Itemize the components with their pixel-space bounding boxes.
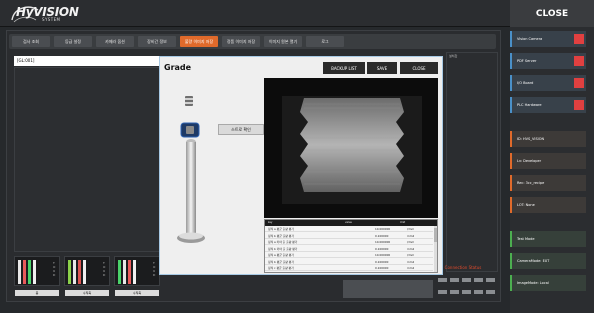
table-row[interactable]: 정적 c 평균 출량 평가 0.100000 mm2 bbox=[265, 265, 433, 271]
bar bbox=[83, 260, 86, 284]
tab-defect-image-save[interactable]: 불량 이미지 저장 bbox=[180, 36, 218, 47]
left-panel bbox=[14, 67, 161, 252]
sidebar-item-level[interactable]: Lv: Developer bbox=[510, 153, 586, 169]
table-row[interactable]: 정적 b 카야 출 출량 평가 0.100000 mm2 bbox=[265, 246, 433, 252]
bar-letters: T O U D bbox=[103, 261, 106, 277]
top-bar: HyVISION SYSTEM CLOSE bbox=[0, 0, 594, 27]
left-panel-title: [GL:001] bbox=[14, 56, 161, 66]
tab-camera-options[interactable]: 카메라 옵션 bbox=[96, 36, 134, 47]
indicator-grid bbox=[438, 278, 496, 298]
xray-image bbox=[264, 78, 438, 218]
tab-good-image-save[interactable]: 정품 이미지 저장 bbox=[222, 36, 260, 47]
selected-item-icon[interactable] bbox=[180, 122, 200, 138]
table-row[interactable]: 정적 a 평균 출량 평가 10.000000 l/mm bbox=[265, 226, 433, 232]
status-indicator-icon bbox=[574, 78, 584, 88]
hyvision-logo: HyVISION SYSTEM bbox=[10, 4, 79, 24]
bar-letters: T O U D bbox=[53, 261, 56, 277]
tab-device-info[interactable]: 장비간 정보 bbox=[138, 36, 176, 47]
tab-inspection-search[interactable]: 검사 조회 bbox=[12, 36, 50, 47]
save-button[interactable]: SAVE bbox=[367, 62, 397, 74]
bar bbox=[68, 260, 71, 284]
status-indicator-icon bbox=[574, 56, 584, 66]
logo-subtext: SYSTEM bbox=[42, 17, 61, 22]
bar-box: T O U D bbox=[114, 256, 160, 286]
bar bbox=[33, 260, 36, 284]
stick-probe-icon bbox=[177, 139, 205, 243]
bar bbox=[123, 260, 126, 284]
sidebar bbox=[510, 27, 594, 313]
right-panel bbox=[446, 52, 498, 272]
indicator-dot bbox=[462, 289, 471, 294]
status-box bbox=[343, 280, 433, 298]
bar bbox=[18, 260, 21, 284]
bar-box: T O U D bbox=[64, 256, 110, 286]
bar-indicators: T O U D 총 T O U D 수직축 T O U D 수직축 bbox=[14, 256, 161, 298]
sidebar-item-image-mode[interactable]: ImageMode: Local bbox=[510, 275, 586, 291]
modal-title: Grade bbox=[164, 63, 192, 72]
tab-bar: 검사 조회 등급 설정 카메라 옵션 장비간 정보 불량 이미지 저장 정품 이… bbox=[9, 34, 496, 49]
bar-box: T O U D bbox=[14, 256, 60, 286]
table-row[interactable]: 정적 a 평균 출량 평가 10.000000 l/mm bbox=[265, 252, 433, 258]
bar bbox=[23, 260, 26, 284]
bar-group-label: 수직축 bbox=[115, 290, 159, 296]
table-scrollbar[interactable] bbox=[434, 226, 437, 272]
bar bbox=[28, 260, 31, 284]
sidebar-item-id[interactable]: ID: HVS_VISION bbox=[510, 131, 586, 147]
bar-group: T O U D 수직축 bbox=[114, 256, 160, 298]
sidebar-item-lot[interactable]: LOT: None bbox=[510, 197, 586, 213]
grade-table: key value Unit 정적 a 평균 출량 평가 10.000000 l… bbox=[264, 219, 438, 273]
status-indicator-icon bbox=[574, 34, 584, 44]
status-indicator-icon bbox=[574, 100, 584, 110]
bar-group-label: 수직축 bbox=[65, 290, 109, 296]
bar bbox=[78, 260, 81, 284]
indicator-dot bbox=[462, 278, 471, 282]
tab-log[interactable]: 로그 bbox=[306, 36, 344, 47]
sidebar-item-recipe[interactable]: Rec: 3cc_recipe bbox=[510, 175, 586, 191]
sidebar-item-test-mode[interactable]: Test Mode bbox=[510, 231, 586, 247]
indicator-dot bbox=[450, 278, 459, 282]
xray-spool-image bbox=[264, 78, 438, 218]
sidebar-item-camera-mode[interactable]: CameraMode: EXT bbox=[510, 253, 586, 269]
bar bbox=[128, 260, 131, 284]
bar-group: T O U D 수직축 bbox=[64, 256, 110, 298]
app-window: HyVISION SYSTEM CLOSE 검사 조회 등급 설정 카메라 옵션… bbox=[0, 0, 594, 313]
spool-icon[interactable] bbox=[184, 95, 194, 107]
indicator-dot bbox=[438, 289, 447, 294]
table-row[interactable]: 정적 b 평균 출량 평가 0.100000 mm2 bbox=[265, 233, 433, 239]
indicator-dot bbox=[450, 289, 459, 294]
bar-group: T O U D 총 bbox=[14, 256, 60, 298]
bar-group-label: 총 bbox=[15, 290, 59, 296]
scrollbar-thumb[interactable] bbox=[434, 228, 437, 242]
table-row[interactable]: 정적 b 평균 출량 평가 0.100000 mm2 bbox=[265, 259, 433, 265]
bar-letters: T O U D bbox=[153, 261, 156, 277]
connection-warning: Connection Status bbox=[444, 265, 482, 270]
indicator-dot bbox=[474, 278, 483, 282]
bar bbox=[133, 260, 136, 284]
backup-list-button[interactable]: BACKUP LIST bbox=[323, 62, 365, 74]
grade-check-button[interactable]: 스트로 확인 bbox=[218, 124, 264, 135]
right-panel-header: 설치값 bbox=[449, 54, 458, 58]
table-row[interactable]: 정적 a 카야 출 출량 평가 10.000000 l/mm bbox=[265, 239, 433, 245]
indicator-dot bbox=[474, 289, 483, 294]
bar bbox=[73, 260, 76, 284]
indicator-dot bbox=[486, 278, 495, 282]
modal-close-button[interactable]: CLOSE bbox=[400, 62, 438, 74]
indicator-dot bbox=[438, 278, 447, 282]
indicator-dot bbox=[486, 289, 495, 294]
tab-open-original-image[interactable]: 이미지 원본 열기 bbox=[264, 36, 302, 47]
tab-grade-settings[interactable]: 등급 설정 bbox=[54, 36, 92, 47]
bar bbox=[118, 260, 121, 284]
app-close-button[interactable]: CLOSE bbox=[510, 0, 594, 27]
